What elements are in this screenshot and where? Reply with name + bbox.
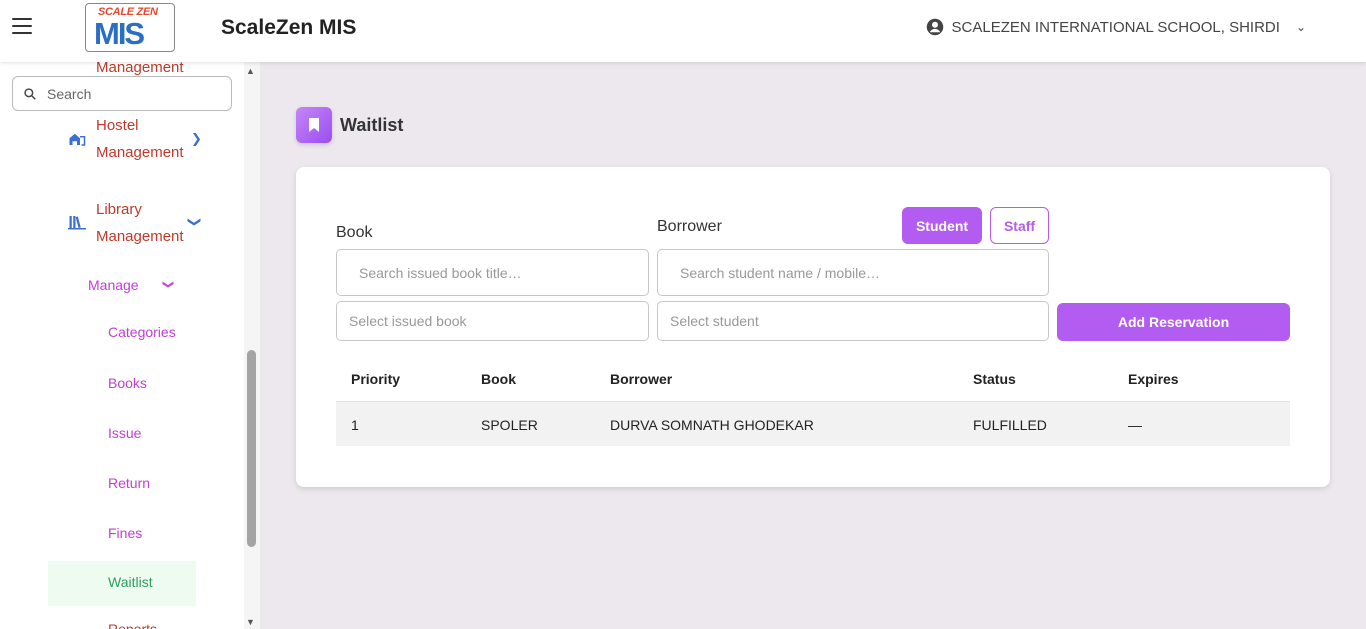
column-header-expires: Expires: [1128, 371, 1179, 387]
toggle-student-button[interactable]: Student: [902, 207, 982, 244]
search-icon: [24, 87, 36, 100]
sidebar-link-issue[interactable]: Issue: [108, 425, 141, 441]
waitlist-card: Book Borrower Student Staff Search issue…: [296, 167, 1330, 487]
sidebar-link-reports[interactable]: Reports: [108, 621, 157, 629]
bookmark-icon: [296, 107, 332, 143]
app-logo[interactable]: SCALE ZEN MIS: [85, 3, 175, 52]
book-select[interactable]: Select issued book: [336, 301, 649, 341]
page-title: Waitlist: [340, 114, 404, 135]
scroll-up-arrow-icon[interactable]: ▲: [246, 66, 255, 76]
sidebar-item-library-line2[interactable]: Management: [96, 228, 184, 245]
sidebar: Management Hostel Management ❯ Library M…: [0, 62, 260, 629]
borrower-label: Borrower: [657, 218, 722, 235]
column-header-borrower: Borrower: [610, 371, 673, 387]
column-header-priority: Priority: [351, 371, 401, 387]
app-title: ScaleZen MIS: [221, 16, 357, 39]
add-reservation-button[interactable]: Add Reservation: [1057, 303, 1290, 341]
hamburger-icon[interactable]: [12, 18, 32, 34]
top-bar: SCALE ZEN MIS ScaleZen MIS SCALEZEN INTE…: [0, 0, 1366, 62]
sidebar-item-hostel-line2[interactable]: Management: [96, 144, 184, 161]
cell-status: FULFILLED: [973, 417, 1047, 433]
sidebar-item-library-line1[interactable]: Library: [96, 201, 142, 218]
sidebar-link-categories[interactable]: Categories: [108, 324, 176, 340]
sidebar-link-fines[interactable]: Fines: [108, 525, 142, 541]
sidebar-link-waitlist[interactable]: Waitlist: [48, 561, 196, 606]
sidebar-item-partial-top[interactable]: Management: [96, 62, 184, 76]
sidebar-link-return[interactable]: Return: [108, 475, 150, 491]
sidebar-link-books[interactable]: Books: [108, 375, 147, 391]
logo-main-text: MIS: [94, 16, 145, 51]
column-header-book: Book: [481, 371, 516, 387]
sidebar-scroll-thumb[interactable]: [247, 350, 256, 547]
sidebar-item-manage[interactable]: Manage: [88, 277, 139, 293]
school-name: SCALEZEN INTERNATIONAL SCHOOL, SHIRDI: [951, 18, 1280, 36]
table-row[interactable]: 1 SPOLER DURVA SOMNATH GHODEKAR FULFILLE…: [336, 401, 1290, 446]
toggle-staff-button[interactable]: Staff: [990, 207, 1049, 244]
sidebar-item-hostel-line1[interactable]: Hostel: [96, 117, 139, 134]
hostel-icon: [69, 133, 86, 146]
book-label: Book: [336, 224, 373, 241]
cell-expires: —: [1128, 417, 1142, 433]
borrower-select[interactable]: Select student: [657, 301, 1049, 341]
scroll-down-arrow-icon[interactable]: ▼: [246, 617, 255, 627]
sidebar-link-waitlist-label: Waitlist: [108, 574, 153, 590]
cell-book: SPOLER: [481, 417, 538, 433]
chevron-right-icon[interactable]: ❯: [191, 131, 202, 147]
chevron-down-icon: ⌄: [1295, 20, 1306, 34]
borrower-search-input[interactable]: Search student name / mobile…: [657, 249, 1049, 296]
library-icon: [68, 216, 86, 230]
school-selector[interactable]: SCALEZEN INTERNATIONAL SCHOOL, SHIRDI ⌄: [926, 18, 1306, 36]
account-circle-icon: [926, 18, 943, 36]
page-header: Waitlist: [296, 107, 403, 143]
search-input[interactable]: [47, 85, 207, 102]
chevron-down-icon[interactable]: ❯: [186, 217, 202, 228]
manage-chevron-icon[interactable]: ❯: [162, 280, 175, 289]
book-search-input[interactable]: Search issued book title…: [336, 249, 649, 296]
sidebar-search[interactable]: [12, 76, 232, 111]
column-header-status: Status: [973, 371, 1016, 387]
cell-borrower: DURVA SOMNATH GHODEKAR: [610, 417, 814, 433]
cell-priority: 1: [351, 417, 359, 433]
